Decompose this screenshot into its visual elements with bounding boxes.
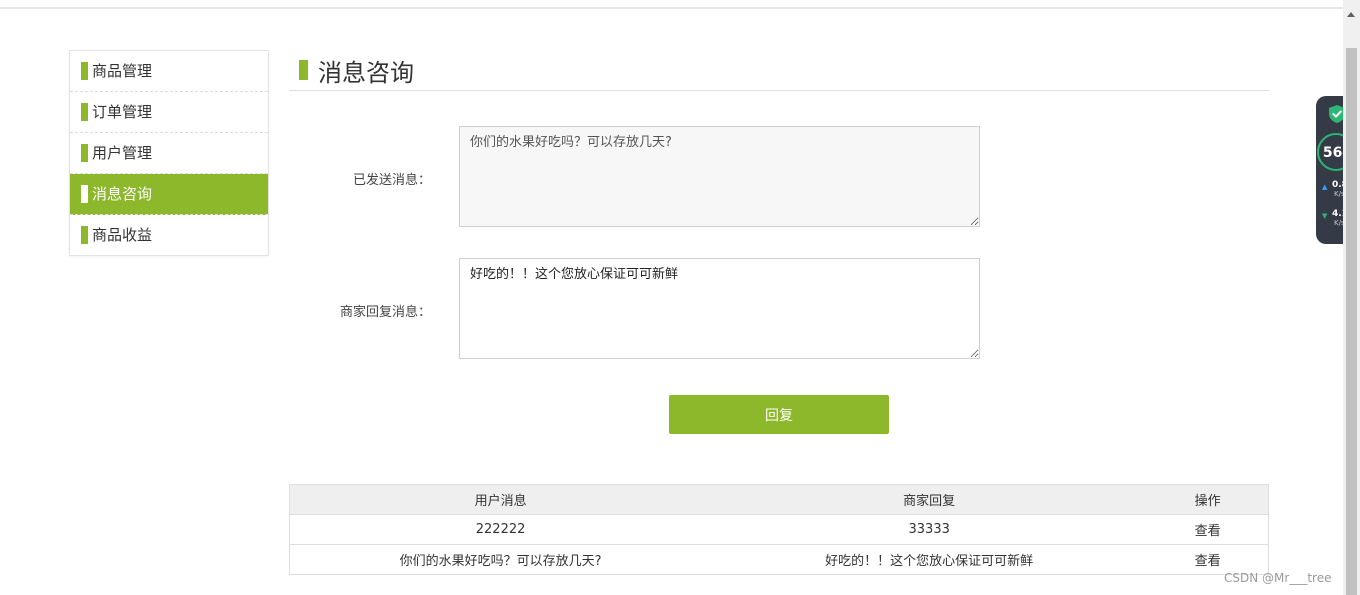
sidebar-nav: 商品管理 订单管理 用户管理 消息咨询 商品收益 xyxy=(69,50,269,256)
messages-table: 用户消息 商家回复 操作 222222 33333 查看 你们的水果好吃吗？可以… xyxy=(289,484,1269,575)
cell-user-message: 222222 xyxy=(289,514,712,545)
cell-merchant-reply: 好吃的！！这个您放心保证可可新鲜 xyxy=(711,544,1148,575)
page-title: 消息咨询 xyxy=(318,59,414,87)
view-link[interactable]: 查看 xyxy=(1147,544,1269,575)
view-link[interactable]: 查看 xyxy=(1147,514,1269,545)
usage-percent: 56 xyxy=(1322,145,1343,161)
table-row: 你们的水果好吃吗？可以存放几天? 好吃的！！这个您放心保证可可新鲜 查看 xyxy=(289,544,1269,575)
vertical-scrollbar[interactable] xyxy=(1343,0,1360,595)
column-header-action: 操作 xyxy=(1147,484,1269,515)
sidebar-item-marker xyxy=(81,62,88,80)
sidebar-item-product-management[interactable]: 商品管理 xyxy=(70,51,268,92)
watermark-text: CSDN @Mr___tree xyxy=(1224,571,1332,585)
sidebar-item-label: 商品收益 xyxy=(92,226,153,244)
sidebar-item-label: 用户管理 xyxy=(92,144,153,162)
download-arrow-icon: ▼ xyxy=(1322,212,1328,220)
cell-merchant-reply: 33333 xyxy=(711,514,1148,545)
sidebar-item-label: 商品管理 xyxy=(92,62,153,80)
table-header-row: 用户消息 商家回复 操作 xyxy=(289,484,1269,515)
top-border-line xyxy=(0,7,1343,9)
sent-message-field[interactable]: 你们的水果好吃吗？可以存放几天? xyxy=(459,126,980,227)
sidebar-item-label: 消息咨询 xyxy=(92,185,153,203)
table-row: 222222 33333 查看 xyxy=(289,514,1269,545)
title-marker xyxy=(299,60,308,80)
cell-user-message: 你们的水果好吃吗？可以存放几天? xyxy=(289,544,712,575)
upload-arrow-icon: ▲ xyxy=(1322,183,1328,191)
sidebar-item-order-management[interactable]: 订单管理 xyxy=(70,92,268,133)
reply-message-label: 商家回复消息： xyxy=(339,305,431,320)
sidebar-item-marker xyxy=(81,226,88,244)
sidebar-item-message-consulting[interactable]: 消息咨询 xyxy=(70,174,268,215)
sidebar-item-marker xyxy=(81,185,88,203)
reply-message-field[interactable]: 好吃的！！这个您放心保证可可新鲜 xyxy=(459,258,980,359)
sidebar-item-user-management[interactable]: 用户管理 xyxy=(70,133,268,174)
sent-message-label: 已发送消息： xyxy=(352,173,431,188)
scrollbar-thumb[interactable] xyxy=(1346,48,1357,595)
scroll-up-arrow-icon[interactable] xyxy=(1347,12,1355,17)
sidebar-item-marker xyxy=(81,144,88,162)
column-header-user-message: 用户消息 xyxy=(289,484,712,515)
sidebar-item-marker xyxy=(81,103,88,121)
sidebar-item-label: 订单管理 xyxy=(92,103,153,121)
column-header-merchant-reply: 商家回复 xyxy=(711,484,1148,515)
page-header: 消息咨询 xyxy=(289,52,1269,91)
reply-button[interactable]: 回复 xyxy=(669,395,889,434)
sidebar-item-product-revenue[interactable]: 商品收益 xyxy=(70,215,268,255)
